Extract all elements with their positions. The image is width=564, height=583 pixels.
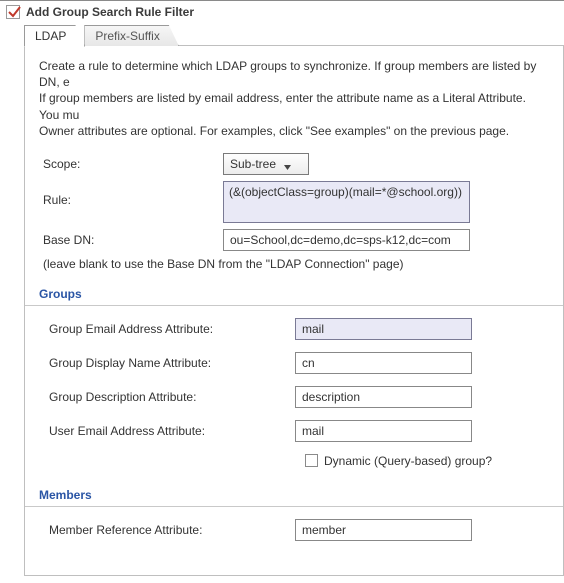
base-dn-label: Base DN: [43, 233, 223, 247]
group-desc-label: Group Description Attribute: [49, 390, 295, 404]
intro-line: Owner attributes are optional. For examp… [39, 123, 549, 139]
group-display-value: cn [302, 356, 315, 370]
rule-value: (&(objectClass=group)(mail=*@school.org)… [229, 185, 462, 199]
group-email-label: Group Email Address Attribute: [49, 322, 295, 336]
tab-label: Prefix-Suffix [95, 29, 159, 43]
chevron-down-icon [284, 160, 291, 167]
groups-section: Group Email Address Attribute: mail Grou… [39, 318, 549, 468]
tab-label: LDAP [35, 29, 66, 43]
group-email-input[interactable]: mail [295, 318, 472, 340]
rule-input[interactable]: (&(objectClass=group)(mail=*@school.org)… [223, 181, 470, 223]
user-email-value: mail [302, 424, 324, 438]
member-ref-input[interactable]: member [295, 519, 472, 541]
window-title: Add Group Search Rule Filter [26, 5, 194, 19]
intro-line: Create a rule to determine which LDAP gr… [39, 58, 549, 90]
base-dn-note: (leave blank to use the Base DN from the… [43, 257, 549, 271]
tab-prefix-suffix[interactable]: Prefix-Suffix [84, 25, 178, 46]
scope-selected-value: Sub-tree [230, 157, 276, 171]
group-email-value: mail [302, 322, 324, 336]
tab-bar: LDAP Prefix-Suffix [0, 25, 564, 46]
rule-label: Rule: [43, 181, 223, 207]
members-section: Member Reference Attribute: member [39, 519, 549, 541]
titlebar: Add Group Search Rule Filter [0, 1, 564, 25]
scope-select[interactable]: Sub-tree [223, 153, 309, 175]
base-dn-value: ou=School,dc=demo,dc=sps-k12,dc=com [230, 233, 451, 247]
dynamic-group-row: Dynamic (Query-based) group? [305, 454, 549, 468]
section-members-header: Members [25, 486, 563, 507]
tabpage-ldap: Create a rule to determine which LDAP gr… [24, 46, 564, 576]
user-email-input[interactable]: mail [295, 420, 472, 442]
section-groups-header: Groups [25, 285, 563, 306]
enable-rule-checkbox[interactable] [6, 5, 20, 19]
group-desc-value: description [302, 390, 360, 404]
scope-label: Scope: [43, 157, 223, 171]
member-ref-value: member [302, 523, 346, 537]
dynamic-group-label: Dynamic (Query-based) group? [324, 454, 492, 468]
group-display-label: Group Display Name Attribute: [49, 356, 295, 370]
base-dn-input[interactable]: ou=School,dc=demo,dc=sps-k12,dc=com [223, 229, 470, 251]
window: Add Group Search Rule Filter LDAP Prefix… [0, 0, 564, 576]
member-ref-label: Member Reference Attribute: [49, 523, 295, 537]
group-display-input[interactable]: cn [295, 352, 472, 374]
user-email-label: User Email Address Attribute: [49, 424, 295, 438]
group-desc-input[interactable]: description [295, 386, 472, 408]
tab-ldap[interactable]: LDAP [24, 25, 85, 47]
checkmark-icon [7, 5, 21, 19]
dynamic-group-checkbox[interactable] [305, 454, 318, 467]
intro-text: Create a rule to determine which LDAP gr… [39, 58, 549, 139]
intro-line: If group members are listed by email add… [39, 90, 549, 122]
